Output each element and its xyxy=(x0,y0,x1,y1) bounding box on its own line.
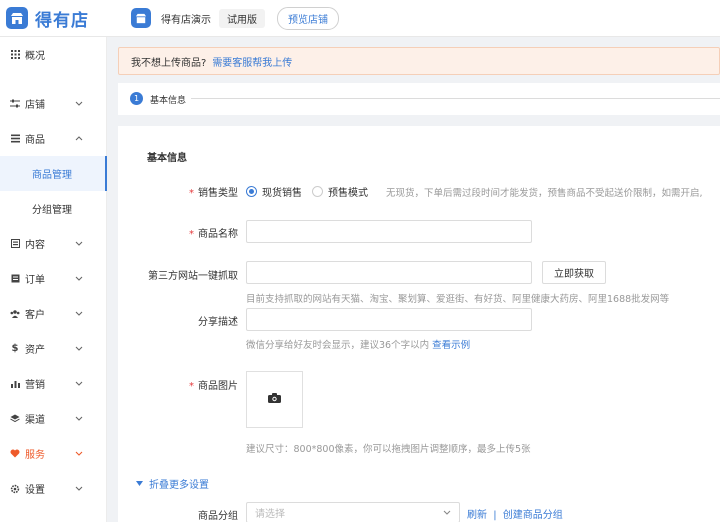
product-image-hint: 建议尺寸：800*800像素，你可以拖拽图片调整顺序，最多上传5张 xyxy=(246,444,531,455)
list-icon xyxy=(10,134,20,144)
product-image-label: * 商品图片 xyxy=(189,381,238,392)
sidebar-item-label: 设置 xyxy=(25,485,45,496)
sidebar-item-service[interactable]: 服务 xyxy=(0,436,107,471)
sidebar-item-marketing[interactable]: 营销 xyxy=(0,366,107,401)
dollar-icon: $ xyxy=(11,343,19,354)
sidebar-item-label: 服务 xyxy=(25,450,45,461)
step-number: 1 xyxy=(130,92,143,105)
request-upload-help-link[interactable]: 需要客服帮我上传 xyxy=(212,54,292,69)
product-name-input[interactable] xyxy=(246,220,532,243)
radio-dot xyxy=(246,186,257,197)
sidebar-item-label: 内容 xyxy=(25,240,45,251)
radio-dot xyxy=(312,186,323,197)
logo[interactable]: 得有店 xyxy=(6,6,89,31)
toggle-more-settings[interactable]: 折叠更多设置 xyxy=(136,476,209,491)
group-actions: 刷新 | 创建商品分组 xyxy=(467,506,563,521)
grid-icon xyxy=(10,50,20,60)
third-party-hint: 目前支持抓取的网站有天猫、淘宝、聚划算、爱逛街、有好货、阿里健康大药房、阿里16… xyxy=(246,294,670,305)
sidebar-item-overview[interactable]: 概况 xyxy=(0,37,107,72)
layers-icon xyxy=(10,414,20,424)
sidebar-item-label: 订单 xyxy=(25,275,45,286)
notice-text: 我不想上传商品? xyxy=(131,57,207,69)
sidebar-item-group-management[interactable]: 分组管理 xyxy=(0,191,107,226)
sidebar-item-label: 概况 xyxy=(25,51,45,62)
refresh-link[interactable]: 刷新 xyxy=(467,510,487,521)
view-example-link[interactable]: 查看示例 xyxy=(432,340,470,351)
sidebar-item-product-management[interactable]: 商品管理 xyxy=(0,156,107,191)
fetch-now-button[interactable]: 立即获取 xyxy=(542,261,606,284)
sidebar-item-content[interactable]: 内容 xyxy=(0,226,107,261)
sidebar-item-label: 店铺 xyxy=(25,100,45,111)
radio-spot-sale[interactable]: 现货销售 xyxy=(246,184,302,199)
sidebar: 概况 店铺 商品 商品管理 分组管理 内容 订单 客户 $ 资产 营销 渠道 服… xyxy=(0,37,107,522)
chevron-down-icon xyxy=(75,379,83,389)
chevron-down-icon xyxy=(75,344,83,354)
chevron-down-icon xyxy=(75,309,83,319)
users-icon xyxy=(10,309,20,319)
sliders-icon xyxy=(10,99,20,109)
product-form-panel: 基本信息 * 销售类型 现货销售 预售模式 无现货，下单后需过段时间才能发货，预售… xyxy=(118,126,720,522)
sidebar-item-orders[interactable]: 订单 xyxy=(0,261,107,296)
chevron-down-icon xyxy=(75,484,83,494)
step-indicator: 1 基本信息 xyxy=(118,83,720,115)
section-title: 基本信息 xyxy=(147,153,187,164)
chevron-down-icon xyxy=(75,239,83,249)
heart-icon xyxy=(10,449,20,459)
document-icon xyxy=(10,239,20,249)
gear-icon xyxy=(10,484,20,494)
sidebar-item-label: 营销 xyxy=(25,380,45,391)
chevron-down-icon xyxy=(75,414,83,424)
upload-help-notice: 我不想上传商品? 需要客服帮我上传 xyxy=(118,47,720,75)
product-group-label: 商品分组 xyxy=(198,511,238,522)
caret-down-icon xyxy=(136,478,143,489)
link-separator: | xyxy=(493,510,497,521)
shop-name[interactable]: 得有店演示 xyxy=(161,11,211,26)
sidebar-item-label: 渠道 xyxy=(25,415,45,426)
preview-store-button[interactable]: 预览店铺 xyxy=(277,6,339,30)
chevron-up-icon xyxy=(75,134,83,144)
create-group-link[interactable]: 创建商品分组 xyxy=(503,510,563,521)
share-desc-hint: 微信分享给好友时会显示，建议36个字以内 查看示例 xyxy=(246,340,471,351)
top-bar: 得有店 得有店演示 试用版 预览店铺 xyxy=(0,0,720,37)
trial-badge: 试用版 xyxy=(219,8,265,28)
third-party-label: 第三方网站一键抓取 xyxy=(148,271,238,282)
sidebar-item-assets[interactable]: $ 资产 xyxy=(0,331,107,366)
share-desc-label: 分享描述 xyxy=(198,317,238,328)
sidebar-item-label: 商品管理 xyxy=(32,170,72,181)
sidebar-item-label: 资产 xyxy=(25,345,45,356)
sidebar-item-channels[interactable]: 渠道 xyxy=(0,401,107,436)
logo-text: 得有店 xyxy=(35,10,89,31)
chevron-down-icon xyxy=(75,449,83,459)
image-upload-box[interactable] xyxy=(246,371,303,428)
store-icon xyxy=(131,8,151,28)
store-logo-icon xyxy=(6,7,28,29)
chevron-down-icon xyxy=(75,99,83,109)
chevron-down-icon xyxy=(443,508,451,517)
sidebar-item-label: 分组管理 xyxy=(32,205,72,216)
radio-presale[interactable]: 预售模式 xyxy=(312,184,368,199)
sidebar-item-settings[interactable]: 设置 xyxy=(0,471,107,506)
receipt-icon xyxy=(10,274,20,284)
step-label: 基本信息 xyxy=(150,96,187,106)
third-party-url-input[interactable] xyxy=(246,261,532,284)
sidebar-item-label: 商品 xyxy=(25,135,45,146)
camera-icon xyxy=(268,393,281,406)
share-desc-input[interactable] xyxy=(246,308,532,331)
sidebar-item-customers[interactable]: 客户 xyxy=(0,296,107,331)
chevron-down-icon xyxy=(75,274,83,284)
sidebar-item-products[interactable]: 商品 xyxy=(0,121,107,156)
step-divider xyxy=(191,98,720,99)
sidebar-item-store[interactable]: 店铺 xyxy=(0,86,107,121)
product-group-select[interactable]: 请选择 xyxy=(246,502,460,522)
sale-type-hint: 无现货，下单后需过段时间才能发货，预售商品不受起送价限制，如需开启, xyxy=(386,188,703,199)
product-name-label: * 商品名称 xyxy=(189,229,238,240)
shop-switcher: 得有店演示 试用版 预览店铺 xyxy=(131,6,339,30)
sale-type-label: * 销售类型 xyxy=(189,188,238,199)
sidebar-item-label: 客户 xyxy=(25,310,45,321)
bar-chart-icon xyxy=(10,379,20,389)
